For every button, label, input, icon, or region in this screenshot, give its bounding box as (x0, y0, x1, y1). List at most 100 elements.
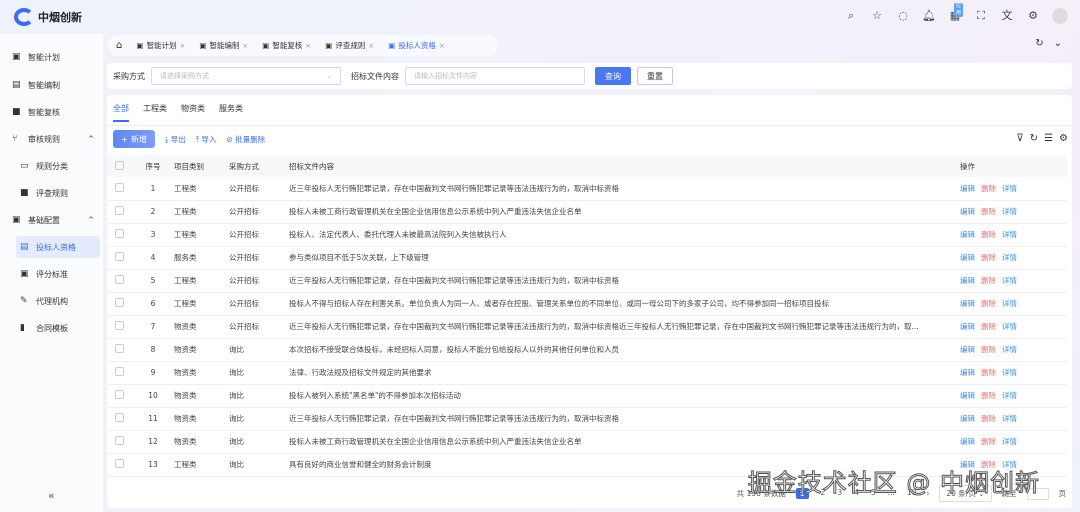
detail-link[interactable]: 详情 (1002, 367, 1017, 378)
delete-link[interactable]: 删除 (981, 367, 996, 378)
filter-icon[interactable]: ⊽ (1016, 133, 1023, 144)
sidebar-item[interactable]: ▭ 规则分类 (16, 155, 100, 177)
edit-link[interactable]: 编辑 (960, 436, 975, 447)
sidebar-item[interactable]: ▮ 合同模板 (16, 317, 100, 339)
page-button[interactable]: 4 (854, 488, 859, 499)
page-button[interactable]: ... (888, 488, 895, 499)
sidebar-item[interactable]: ⑂ 审核规则 ^ (8, 128, 100, 150)
edit-link[interactable]: 编辑 (960, 206, 975, 217)
detail-link[interactable]: 详情 (1002, 321, 1017, 332)
apps-icon[interactable]: ▦应用 (948, 3, 964, 23)
delete-link[interactable]: 删除 (981, 344, 996, 355)
delete-link[interactable]: 删除 (981, 275, 996, 286)
edit-link[interactable]: 编辑 (960, 298, 975, 309)
delete-link[interactable]: 删除 (981, 321, 996, 332)
gear-icon[interactable]: ⚙ (1026, 9, 1040, 23)
close-icon[interactable]: × (305, 42, 311, 50)
search-button[interactable]: 查询 (595, 67, 631, 85)
category-tab[interactable]: 服务类 (219, 103, 243, 122)
row-checkbox[interactable] (115, 206, 124, 215)
delete-link[interactable]: 删除 (981, 206, 996, 217)
tab[interactable]: ▣ 评查规则 × (325, 40, 374, 51)
message-icon[interactable]: ◌ (896, 9, 910, 23)
detail-link[interactable]: 详情 (1002, 183, 1017, 194)
star-icon[interactable]: ☆ (870, 9, 884, 23)
delete-link[interactable]: 删除 (981, 459, 996, 470)
goto-page-input[interactable] (1026, 487, 1049, 500)
translate-icon[interactable]: 文 (1000, 9, 1014, 23)
detail-link[interactable]: 详情 (1002, 344, 1017, 355)
row-checkbox[interactable] (115, 321, 124, 330)
category-tab[interactable]: 工程类 (143, 103, 167, 122)
app-logo[interactable]: 中烟创新 (14, 8, 82, 26)
detail-link[interactable]: 详情 (1002, 229, 1017, 240)
row-checkbox[interactable] (115, 344, 124, 353)
fullscreen-icon[interactable]: ⛶ (974, 9, 988, 23)
sidebar-item[interactable]: ▣ 智能计划 (8, 46, 100, 68)
refresh-icon[interactable]: ↻ (1030, 133, 1038, 144)
sidebar-item[interactable]: ▣ 基础配置 ^ (8, 209, 100, 231)
delete-link[interactable]: 删除 (981, 413, 996, 424)
settings-icon[interactable]: ⚙ (1059, 133, 1068, 144)
chevron-down-icon[interactable]: ⌄ (1054, 38, 1062, 49)
row-checkbox[interactable] (115, 275, 124, 284)
row-checkbox[interactable] (115, 252, 124, 261)
content-input[interactable]: 请输入招标文件内容 (405, 67, 585, 85)
detail-link[interactable]: 详情 (1002, 436, 1017, 447)
next-page-button[interactable]: › (926, 489, 929, 498)
delete-link[interactable]: 删除 (981, 436, 996, 447)
density-icon[interactable]: ☰ (1044, 133, 1053, 144)
category-tab[interactable]: 物资类 (181, 103, 205, 122)
row-checkbox[interactable] (115, 298, 124, 307)
sidebar-item[interactable]: ✎ 代理机构 (16, 290, 100, 312)
batch-delete-button[interactable]: ⊘ 批量删除 (226, 134, 265, 145)
delete-link[interactable]: 删除 (981, 183, 996, 194)
sidebar-item[interactable]: ▤ 投标人资格 (16, 236, 100, 258)
row-checkbox[interactable] (115, 390, 124, 399)
tab[interactable]: ▣ 智能复核 × (262, 40, 311, 51)
edit-link[interactable]: 编辑 (960, 344, 975, 355)
tab[interactable]: ▣ 投标人资格 × (388, 40, 444, 51)
method-select[interactable]: 请选择采购方式 ⌄ (151, 67, 341, 85)
delete-link[interactable]: 删除 (981, 390, 996, 401)
page-button[interactable]: 3 (837, 488, 842, 499)
row-checkbox[interactable] (115, 413, 124, 422)
row-checkbox[interactable] (115, 182, 124, 192)
detail-link[interactable]: 详情 (1002, 252, 1017, 263)
select-all-checkbox[interactable] (115, 160, 124, 170)
category-tab[interactable]: 全部 (113, 103, 129, 122)
page-button[interactable]: 2 (821, 488, 826, 499)
delete-link[interactable]: 删除 (981, 229, 996, 240)
edit-link[interactable]: 编辑 (960, 229, 975, 240)
collapse-sidebar-button[interactable]: « (48, 489, 55, 502)
edit-link[interactable]: 编辑 (960, 390, 975, 401)
row-checkbox[interactable] (115, 436, 124, 445)
edit-link[interactable]: 编辑 (960, 459, 975, 470)
detail-link[interactable]: 详情 (1002, 459, 1017, 470)
sidebar-item[interactable]: ▣ 评分标准 (16, 263, 100, 285)
close-icon[interactable]: × (368, 42, 374, 50)
page-button[interactable]: 1 (795, 488, 809, 499)
export-button[interactable]: ⤓ 导出 (165, 134, 186, 145)
search-icon[interactable]: ⌕ (844, 9, 858, 23)
tab[interactable]: ▣ 智能编制 × (199, 40, 248, 51)
sidebar-item[interactable]: ▤ 智能编制 (8, 74, 100, 96)
add-button[interactable]: + 新增 (113, 130, 155, 148)
page-button[interactable]: 5 (871, 488, 876, 499)
row-checkbox[interactable] (115, 229, 124, 238)
sidebar-item[interactable]: ■ 评查规则 (16, 182, 100, 204)
bell-icon[interactable]: 🔔︎ (922, 9, 936, 23)
edit-link[interactable]: 编辑 (960, 275, 975, 286)
avatar[interactable] (1052, 8, 1068, 24)
detail-link[interactable]: 详情 (1002, 298, 1017, 309)
tab[interactable]: ▣ 智能计划 × (136, 40, 185, 51)
detail-link[interactable]: 详情 (1002, 413, 1017, 424)
page-button[interactable]: 10 (907, 488, 917, 499)
reset-button[interactable]: 重置 (637, 67, 673, 85)
row-checkbox[interactable] (115, 459, 124, 468)
delete-link[interactable]: 删除 (981, 252, 996, 263)
sidebar-item[interactable]: ■ 智能复核 (8, 101, 100, 123)
edit-link[interactable]: 编辑 (960, 183, 975, 194)
home-icon[interactable]: ⌂ (116, 40, 122, 51)
edit-link[interactable]: 编辑 (960, 252, 975, 263)
